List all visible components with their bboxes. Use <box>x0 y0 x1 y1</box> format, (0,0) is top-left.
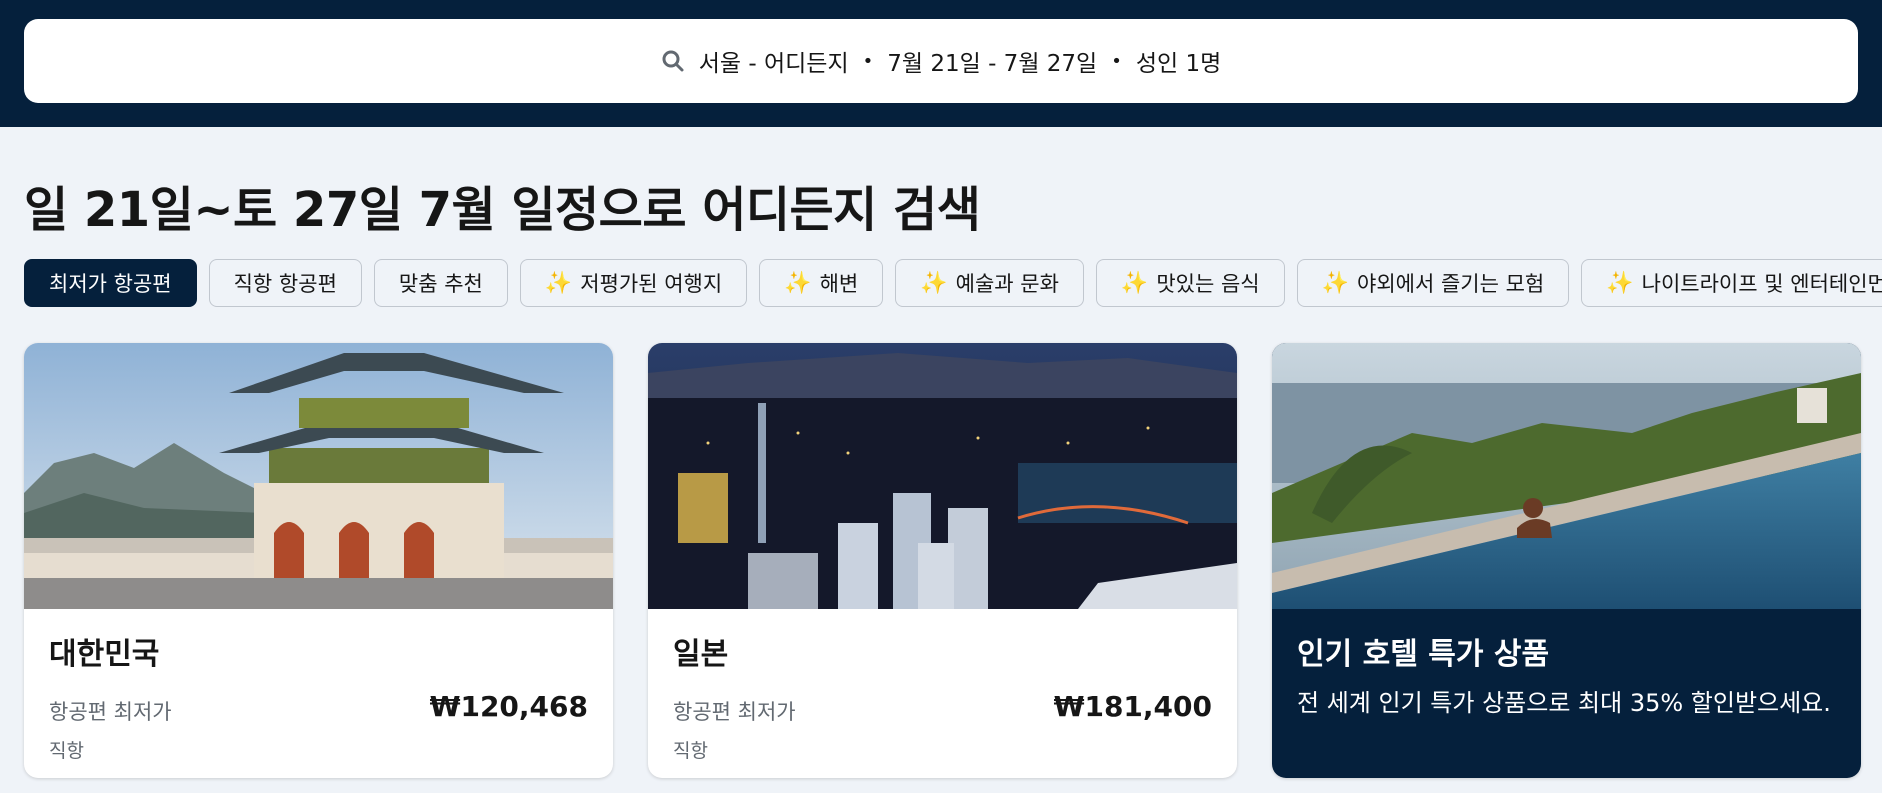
hotel-deals-promo-card[interactable]: 인기 호텔 특가 상품 전 세계 인기 특가 상품으로 최대 35% 할인받으세… <box>1272 343 1861 778</box>
chip-cheapest-flights[interactable]: 최저가 항공편 <box>24 259 197 307</box>
search-summary-button[interactable]: 서울 - 어디든지 • 7월 21일 - 7월 27일 • 성인 1명 <box>24 19 1858 103</box>
sparkle-icon: ✨ <box>1606 270 1634 296</box>
chip-label: 저평가된 여행지 <box>580 272 723 296</box>
chip-label: 예술과 문화 <box>955 272 1059 296</box>
chip-outdoor-adventure[interactable]: ✨ 야외에서 즐기는 모험 <box>1296 259 1570 307</box>
sparkle-icon: ✨ <box>784 270 812 296</box>
chip-personalized[interactable]: 맞춤 추천 <box>373 259 508 307</box>
country-name: 일본 <box>673 637 729 672</box>
promo-title: 인기 호텔 특가 상품 <box>1297 637 1550 672</box>
separator-dot: • <box>862 50 874 72</box>
sparkle-icon: ✨ <box>544 270 573 296</box>
country-name: 대한민국 <box>49 637 160 672</box>
search-travellers: 성인 1명 <box>1135 51 1222 77</box>
card-body: 인기 호텔 특가 상품 전 세계 인기 특가 상품으로 최대 35% 할인받으세… <box>1272 609 1861 778</box>
page-title: 일 21일~토 27일 7월 일정으로 어디든지 검색 <box>24 182 981 238</box>
cheapest-flight-label: 항공편 최저가 <box>49 700 172 724</box>
chip-label: 직항 항공편 <box>233 272 337 296</box>
chip-label: 최저가 항공편 <box>49 272 172 296</box>
filter-chip-row: 최저가 항공편 직항 항공편 맞춤 추천 ✨ 저평가된 여행지 ✨ 해변 ✨ 예… <box>24 259 1882 307</box>
flight-type: 직항 <box>673 740 708 762</box>
chip-label: 야외에서 즐기는 모험 <box>1357 272 1545 296</box>
chip-nightlife[interactable]: ✨ 나이트라이프 및 엔터테인먼트 <box>1581 259 1882 307</box>
destination-card-japan[interactable]: 일본 항공편 최저가 ₩181,400 직항 <box>648 343 1237 778</box>
card-body: 대한민국 항공편 최저가 ₩120,468 직항 <box>24 609 613 778</box>
price: ₩120,468 <box>429 690 588 723</box>
chip-art-culture[interactable]: ✨ 예술과 문화 <box>895 259 1084 307</box>
promo-description: 전 세계 인기 특가 상품으로 최대 35% 할인받으세요. <box>1297 689 1831 717</box>
chip-label: 해변 <box>819 272 859 296</box>
top-bar: 서울 - 어디든지 • 7월 21일 - 7월 27일 • 성인 1명 <box>0 0 1882 127</box>
chip-food[interactable]: ✨ 맛있는 음식 <box>1095 259 1285 307</box>
chip-underrated-destinations[interactable]: ✨ 저평가된 여행지 <box>519 259 748 307</box>
sparkle-icon: ✨ <box>1321 270 1350 296</box>
sparkle-icon: ✨ <box>1120 270 1149 296</box>
price: ₩181,400 <box>1053 690 1212 723</box>
chip-label: 맞춤 추천 <box>398 272 483 296</box>
separator-dot: • <box>1111 50 1122 72</box>
search-icon <box>662 50 684 72</box>
sparkle-icon: ✨ <box>920 270 948 296</box>
flight-type: 직항 <box>49 740 84 762</box>
destination-card-korea[interactable]: 대한민국 항공편 최저가 ₩120,468 직항 <box>24 343 613 778</box>
destination-image-korea <box>24 343 613 609</box>
search-dates: 7월 21일 - 7월 27일 <box>887 51 1098 77</box>
cheapest-flight-label: 항공편 최저가 <box>673 700 796 724</box>
search-route: 서울 - 어디든지 <box>698 51 849 77</box>
destination-image-japan <box>648 343 1237 609</box>
chip-beach[interactable]: ✨ 해변 <box>759 259 884 307</box>
chip-direct-flights[interactable]: 직항 항공편 <box>208 259 362 307</box>
chip-label: 맛있는 음식 <box>1156 272 1260 296</box>
promo-image-pool <box>1272 343 1861 609</box>
chip-label: 나이트라이프 및 엔터테인먼트 <box>1641 272 1882 296</box>
card-body: 일본 항공편 최저가 ₩181,400 직항 <box>648 609 1237 778</box>
